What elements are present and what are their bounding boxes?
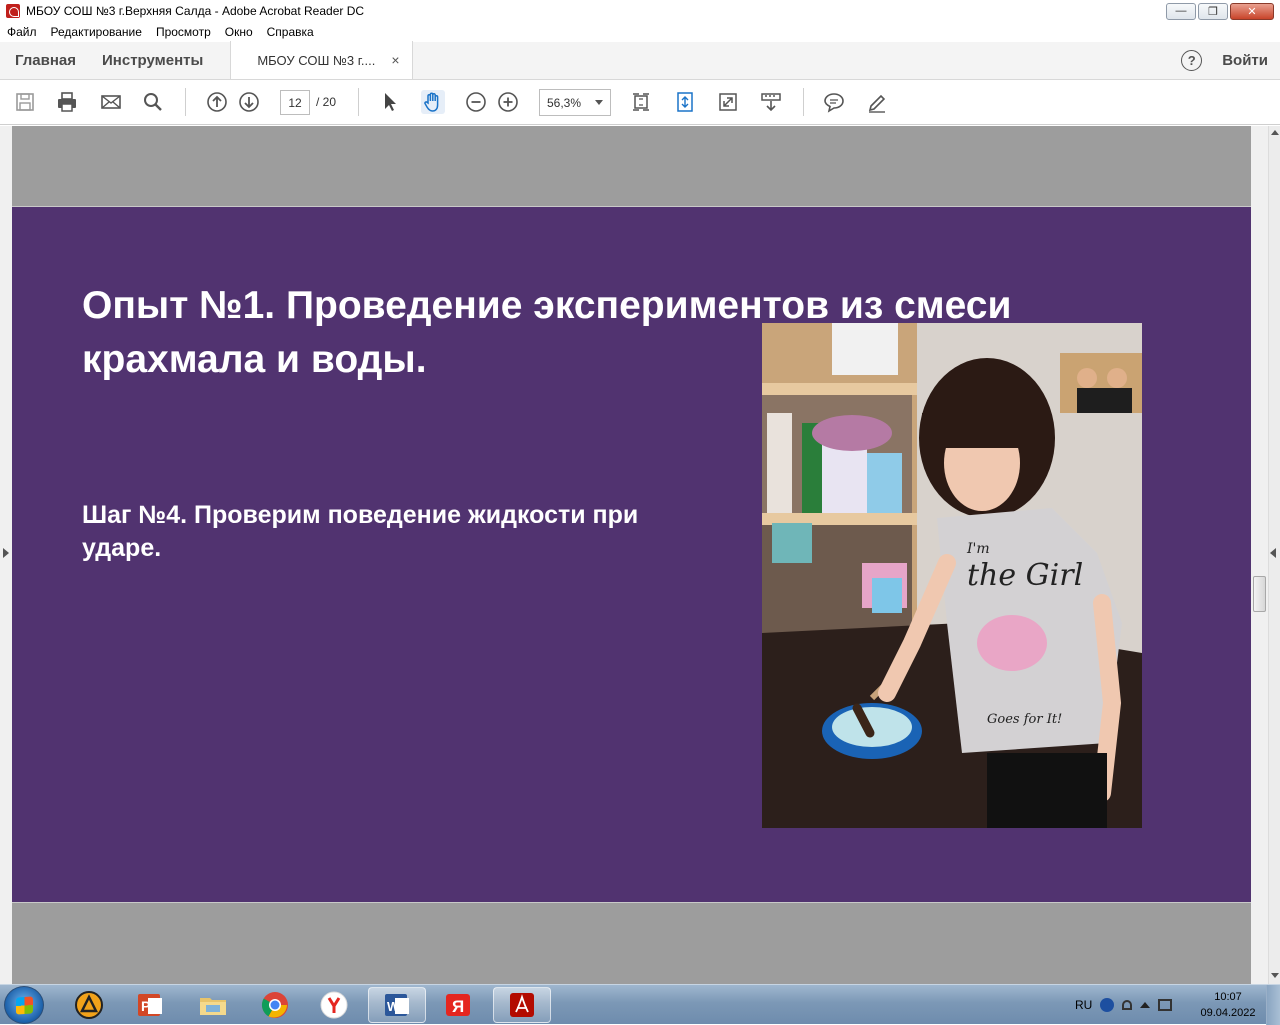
menu-view[interactable]: Просмотр [149,25,218,39]
hand-icon[interactable] [421,90,445,114]
sign-icon[interactable] [865,90,889,114]
scrolling-mode-icon[interactable] [673,90,697,114]
toolbar-separator [185,88,186,116]
language-indicator[interactable]: RU [1075,998,1092,1012]
yandex-browser-icon[interactable] [305,987,363,1023]
document-tab-label: МБОУ СОШ №3 г.... [257,52,376,68]
svg-text:Я: Я [452,997,464,1016]
print-icon[interactable] [55,90,79,114]
page-down-icon[interactable] [237,90,261,114]
zoom-select[interactable]: 56,3% [539,89,611,116]
show-desktop-button[interactable] [1266,985,1280,1025]
page-up-icon[interactable] [205,90,229,114]
slide-photo: I'm the Girl Goes for It! [762,323,1142,828]
toolbar-separator [358,88,359,116]
signin-button[interactable]: Войти [1222,52,1268,69]
windows-taskbar: P W Я RU 10:07 09.04.2022 [0,984,1280,1025]
chevron-down-icon [595,100,603,105]
fit-page-icon[interactable] [629,90,653,114]
expand-left-panel-icon[interactable] [3,548,9,558]
page-number-input[interactable]: 12 [280,90,310,115]
system-tray: RU [1075,985,1173,1025]
tab-tools[interactable]: Инструменты [89,41,216,79]
scroll-down-icon[interactable] [1271,973,1279,978]
clock[interactable]: 10:07 09.04.2022 [1196,989,1260,1021]
explorer-icon[interactable] [184,987,242,1023]
help-icon[interactable]: ? [1181,49,1203,71]
comment-icon[interactable] [822,90,846,114]
window-controls: — ❐ ✕ [1166,2,1274,20]
powerpoint-icon[interactable]: P [121,987,179,1023]
right-panel-grip[interactable] [1253,576,1266,612]
yandex-icon[interactable]: Я [429,987,487,1023]
select-icon[interactable] [378,90,402,114]
clock-date: 09.04.2022 [1200,1007,1256,1019]
restore-button[interactable]: ❐ [1198,2,1228,20]
chrome-icon[interactable] [246,987,304,1023]
start-button[interactable] [4,986,44,1024]
photo-girl-experiment: I'm the Girl Goes for It! [762,323,1142,828]
svg-text:P: P [141,998,150,1014]
word-icon[interactable]: W [368,987,426,1023]
aimp-icon[interactable] [60,987,118,1023]
acrobat-app-icon [6,4,20,18]
tab-bar: Главная Инструменты МБОУ СОШ №3 г.... × … [0,41,1280,80]
tab-document[interactable]: МБОУ СОШ №3 г.... × [230,41,413,79]
zoom-in-icon[interactable] [496,90,520,114]
clock-time: 10:07 [1214,991,1242,1003]
shirt-text-2: the Girl [967,558,1083,593]
acrobat-icon[interactable] [493,987,551,1023]
close-window-button[interactable]: ✕ [1230,2,1274,20]
scroll-up-icon[interactable] [1271,130,1279,135]
tab-home[interactable]: Главная [2,41,89,79]
close-tab-icon[interactable]: × [391,52,399,68]
expand-right-panel-icon[interactable] [1270,548,1276,558]
action-center-icon[interactable] [1158,999,1173,1011]
zoom-out-icon[interactable] [464,90,488,114]
full-screen-icon[interactable] [716,90,740,114]
read-mode-icon[interactable] [759,90,783,114]
toolbar-separator [803,88,804,116]
minimize-button[interactable]: — [1166,2,1196,20]
menu-bar: Файл Редактирование Просмотр Окно Справк… [0,22,1280,42]
slide-step-text: Шаг №4. Проверим поведение жидкости при … [82,501,639,562]
help-tray-icon[interactable] [1100,998,1115,1012]
window-title: МБОУ СОШ №3 г.Верхняя Салда - Adobe Acro… [26,4,365,18]
shirt-text-3: Goes for It! [987,712,1062,727]
menu-edit[interactable]: Редактирование [44,25,149,39]
svg-text:W: W [387,999,400,1014]
search-icon[interactable] [141,90,165,114]
title-bar: МБОУ СОШ №3 г.Верхняя Салда - Adobe Acro… [0,0,1280,22]
page-total: / 20 [316,95,337,109]
menu-file[interactable]: Файл [0,25,44,39]
zoom-value: 56,3% [547,95,582,110]
shirt-text-1: I'm [966,541,990,557]
toolbar: 12 / 20 56,3% [0,80,1280,125]
show-hidden-icons[interactable] [1140,1002,1151,1008]
right-panel-strip [1251,126,1268,984]
save-icon[interactable] [13,90,37,114]
menu-help[interactable]: Справка [260,25,321,39]
network-tray-icon[interactable] [1122,1000,1133,1010]
menu-window[interactable]: Окно [218,25,260,39]
email-icon[interactable] [99,90,123,114]
